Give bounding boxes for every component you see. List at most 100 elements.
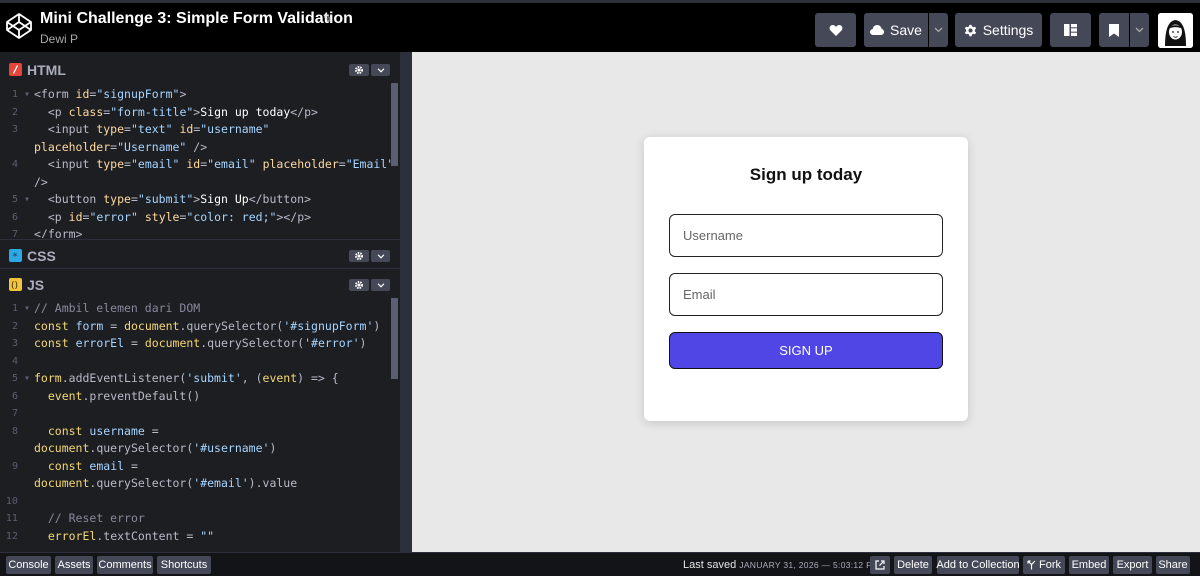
chevron-down-icon bbox=[377, 282, 384, 288]
code-text: placeholder="Username" /> bbox=[34, 139, 208, 154]
line-number: 1 ▾ bbox=[11, 303, 30, 314]
js-code-editor[interactable]: 1 ▾ // Ambil elemen dari DOM 2 const form … bbox=[0, 300, 400, 552]
code-text: errorEl.textContent = "" bbox=[47, 528, 215, 543]
svg-text:*: * bbox=[13, 252, 18, 263]
line-number: 4 bbox=[11, 355, 30, 367]
code-text: <input type="text" id="username" bbox=[47, 122, 270, 136]
js-editor-settings-button[interactable] bbox=[349, 279, 369, 291]
username-input[interactable] bbox=[669, 214, 943, 257]
code-text: <form id="signupForm"> bbox=[34, 87, 187, 101]
css-badge-icon: * bbox=[9, 249, 22, 263]
code-text: document.querySelector('#username') bbox=[34, 441, 277, 455]
form-title: Sign up today bbox=[749, 165, 863, 184]
last-saved-status: Last saved JANUARY 31, 2026 — 5:03:12 PM bbox=[683, 559, 879, 571]
gear-icon bbox=[964, 24, 976, 36]
editor-panel: HTML 1 ▾ <form id="signupForm"> 2 <p class… bbox=[0, 52, 412, 552]
heart-icon bbox=[829, 24, 842, 36]
html-editor-settings-button[interactable] bbox=[349, 64, 369, 76]
code-text: <p class="form-title">Sign up today</p> bbox=[47, 104, 318, 119]
js-editor-label: JS bbox=[27, 277, 45, 293]
code-text: // Reset error bbox=[47, 511, 145, 525]
code-text: const form = document.querySelector('#si… bbox=[34, 318, 381, 333]
footer-bar: Console Assets Comments Shortcuts Last s… bbox=[0, 552, 1200, 576]
delete-button[interactable]: Delete bbox=[894, 556, 932, 574]
code-text: document.querySelector('#email').value bbox=[34, 476, 298, 490]
external-link-icon bbox=[875, 560, 885, 570]
bookmark-icon bbox=[1109, 23, 1119, 37]
code-text: form.addEventListener('submit', (event) … bbox=[34, 371, 339, 385]
cloud-icon bbox=[870, 25, 885, 35]
fork-button-label: Fork bbox=[1039, 559, 1061, 571]
avatar-illustration-icon bbox=[1158, 13, 1193, 48]
code-text: /> bbox=[34, 174, 48, 189]
line-number: 2 bbox=[11, 106, 30, 118]
layout-icon bbox=[1064, 24, 1077, 36]
html-badge-icon bbox=[9, 63, 22, 76]
html-code-editor[interactable]: 1 ▾ <form id="signupForm"> 2 <p class="for… bbox=[0, 84, 400, 238]
html-editor-header: HTML bbox=[0, 54, 400, 84]
chevron-down-icon bbox=[377, 253, 384, 259]
gear-icon bbox=[355, 252, 363, 260]
export-button[interactable]: Export bbox=[1113, 556, 1152, 574]
chevron-down-icon bbox=[1135, 27, 1144, 33]
save-button-label: Save bbox=[890, 22, 922, 38]
fork-button[interactable]: Fork bbox=[1023, 556, 1065, 574]
code-text: <input type="email" id="email" placehold… bbox=[47, 157, 395, 171]
pen-title[interactable]: Mini Challenge 3: Simple Form Validation bbox=[40, 10, 353, 28]
line-number: 4 bbox=[11, 159, 30, 170]
settings-button[interactable]: Settings bbox=[955, 13, 1042, 47]
open-external-button[interactable] bbox=[870, 556, 890, 574]
comments-button[interactable]: Comments bbox=[97, 556, 153, 574]
settings-button-label: Settings bbox=[982, 22, 1034, 38]
console-button[interactable]: Console bbox=[6, 556, 51, 574]
line-number: 1 ▾ bbox=[11, 89, 30, 100]
js-editor-collapse-button[interactable] bbox=[371, 279, 390, 291]
line-number: 8 bbox=[11, 425, 30, 437]
signup-button[interactable]: SIGN UP bbox=[669, 332, 943, 369]
share-button[interactable]: Share bbox=[1156, 556, 1190, 574]
bookmark-options-dropdown[interactable] bbox=[1130, 13, 1149, 47]
assets-button[interactable]: Assets bbox=[55, 556, 93, 574]
embed-button[interactable]: Embed bbox=[1069, 556, 1109, 574]
codepen-logo-icon[interactable] bbox=[4, 11, 34, 41]
header-bar: Mini Challenge 3: Simple Form Validation… bbox=[0, 0, 1200, 52]
save-options-dropdown[interactable] bbox=[929, 13, 948, 47]
edit-pencil-icon[interactable]: ✎ bbox=[323, 12, 333, 26]
gear-icon bbox=[355, 66, 363, 74]
js-editor-header: () JS bbox=[0, 269, 400, 299]
css-editor-collapse-button[interactable] bbox=[371, 250, 390, 262]
html-editor-label: HTML bbox=[27, 62, 66, 78]
line-number: 6 bbox=[11, 211, 30, 223]
shortcuts-button[interactable]: Shortcuts bbox=[157, 556, 211, 574]
css-editor-label: CSS bbox=[27, 248, 56, 264]
code-text: const email = bbox=[47, 458, 138, 473]
html-editor-scrollbar[interactable] bbox=[391, 83, 398, 166]
line-number: 2 bbox=[11, 320, 30, 332]
pen-author[interactable]: Dewi P bbox=[40, 32, 78, 46]
line-number: 6 bbox=[11, 390, 30, 402]
code-text: // Ambil elemen dari DOM bbox=[34, 301, 201, 315]
change-view-button[interactable] bbox=[1050, 13, 1091, 47]
email-input[interactable] bbox=[669, 273, 943, 316]
js-badge-icon: () bbox=[9, 278, 22, 291]
add-to-collection-button[interactable]: Add to Collection bbox=[936, 556, 1020, 574]
line-number: 11 bbox=[5, 513, 30, 524]
love-button[interactable] bbox=[815, 13, 856, 47]
code-text: </form> bbox=[34, 227, 83, 238]
last-saved-label: Last saved bbox=[683, 559, 737, 571]
user-avatar[interactable] bbox=[1158, 13, 1193, 48]
line-number: 3 bbox=[11, 338, 30, 349]
last-saved-time: JANUARY 31, 2026 — 5:03:12 PM bbox=[739, 560, 880, 570]
css-editor-settings-button[interactable] bbox=[349, 250, 369, 262]
line-number: 5 ▾ bbox=[11, 194, 30, 205]
css-editor-header: * CSS bbox=[0, 240, 400, 270]
gear-icon bbox=[355, 281, 363, 289]
code-text: const errorEl = document.querySelector('… bbox=[34, 336, 367, 350]
html-editor-collapse-button[interactable] bbox=[371, 64, 390, 76]
result-preview: Sign up today SIGN UP bbox=[412, 52, 1200, 552]
editor-preview-resizer[interactable] bbox=[400, 52, 412, 552]
js-editor-scrollbar[interactable] bbox=[391, 298, 398, 379]
svg-text:(): () bbox=[11, 281, 18, 291]
save-button[interactable]: Save bbox=[864, 13, 928, 47]
bookmark-button[interactable] bbox=[1099, 13, 1129, 47]
